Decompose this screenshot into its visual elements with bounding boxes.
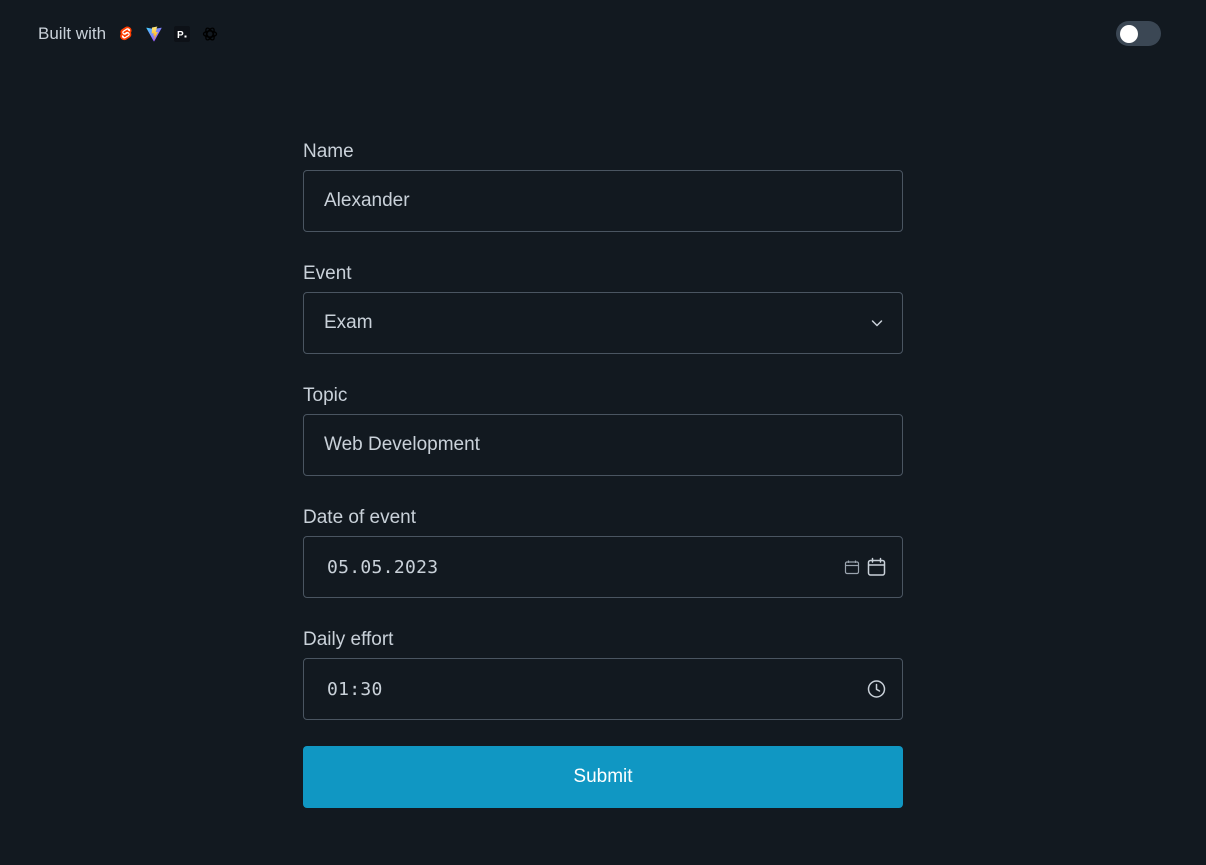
date-value: 05.05.2023 xyxy=(327,556,439,578)
svelte-logo-icon[interactable] xyxy=(118,26,134,42)
name-value: Alexander xyxy=(324,190,410,211)
openai-logo-icon[interactable] xyxy=(202,26,218,42)
topic-field-group: Topic Web Development xyxy=(303,384,903,476)
topic-value: Web Development xyxy=(324,434,480,455)
chevron-down-icon xyxy=(870,316,884,330)
topic-label: Topic xyxy=(303,385,348,406)
date-input[interactable]: 05.05.2023 xyxy=(303,536,903,598)
name-label: Name xyxy=(303,141,354,162)
event-select[interactable]: Exam xyxy=(303,292,903,354)
pico-logo-icon[interactable]: P xyxy=(174,26,191,42)
effort-label: Daily effort xyxy=(303,629,394,650)
calendar-icon xyxy=(844,559,860,575)
effort-field-group: Daily effort 01:30 xyxy=(303,628,903,720)
submit-button[interactable]: Submit xyxy=(303,746,903,808)
event-field-group: Event Exam xyxy=(303,262,903,354)
clock-icon[interactable] xyxy=(867,680,886,699)
built-with-label: Built with xyxy=(38,24,107,43)
topic-input[interactable]: Web Development xyxy=(303,414,903,476)
name-field-group: Name Alexander xyxy=(303,140,903,232)
svg-text:P: P xyxy=(177,30,184,41)
vite-logo-icon[interactable] xyxy=(146,26,162,42)
event-form: Name Alexander Event Exam Topic Web Deve… xyxy=(303,140,903,808)
theme-toggle[interactable] xyxy=(1116,21,1161,46)
date-field-group: Date of event 05.05.2023 xyxy=(303,506,903,598)
event-label: Event xyxy=(303,263,352,284)
date-label: Date of event xyxy=(303,507,417,528)
toggle-knob xyxy=(1120,24,1138,43)
name-input[interactable]: Alexander xyxy=(303,170,903,232)
built-with-bar: Built with P xyxy=(38,22,230,46)
event-value: Exam xyxy=(324,312,373,333)
calendar-picker-icon[interactable] xyxy=(867,557,886,577)
effort-time-input[interactable]: 01:30 xyxy=(303,658,903,720)
page: Built with P Name Alexander Event Exam T… xyxy=(0,0,1206,865)
effort-value: 01:30 xyxy=(327,678,383,700)
